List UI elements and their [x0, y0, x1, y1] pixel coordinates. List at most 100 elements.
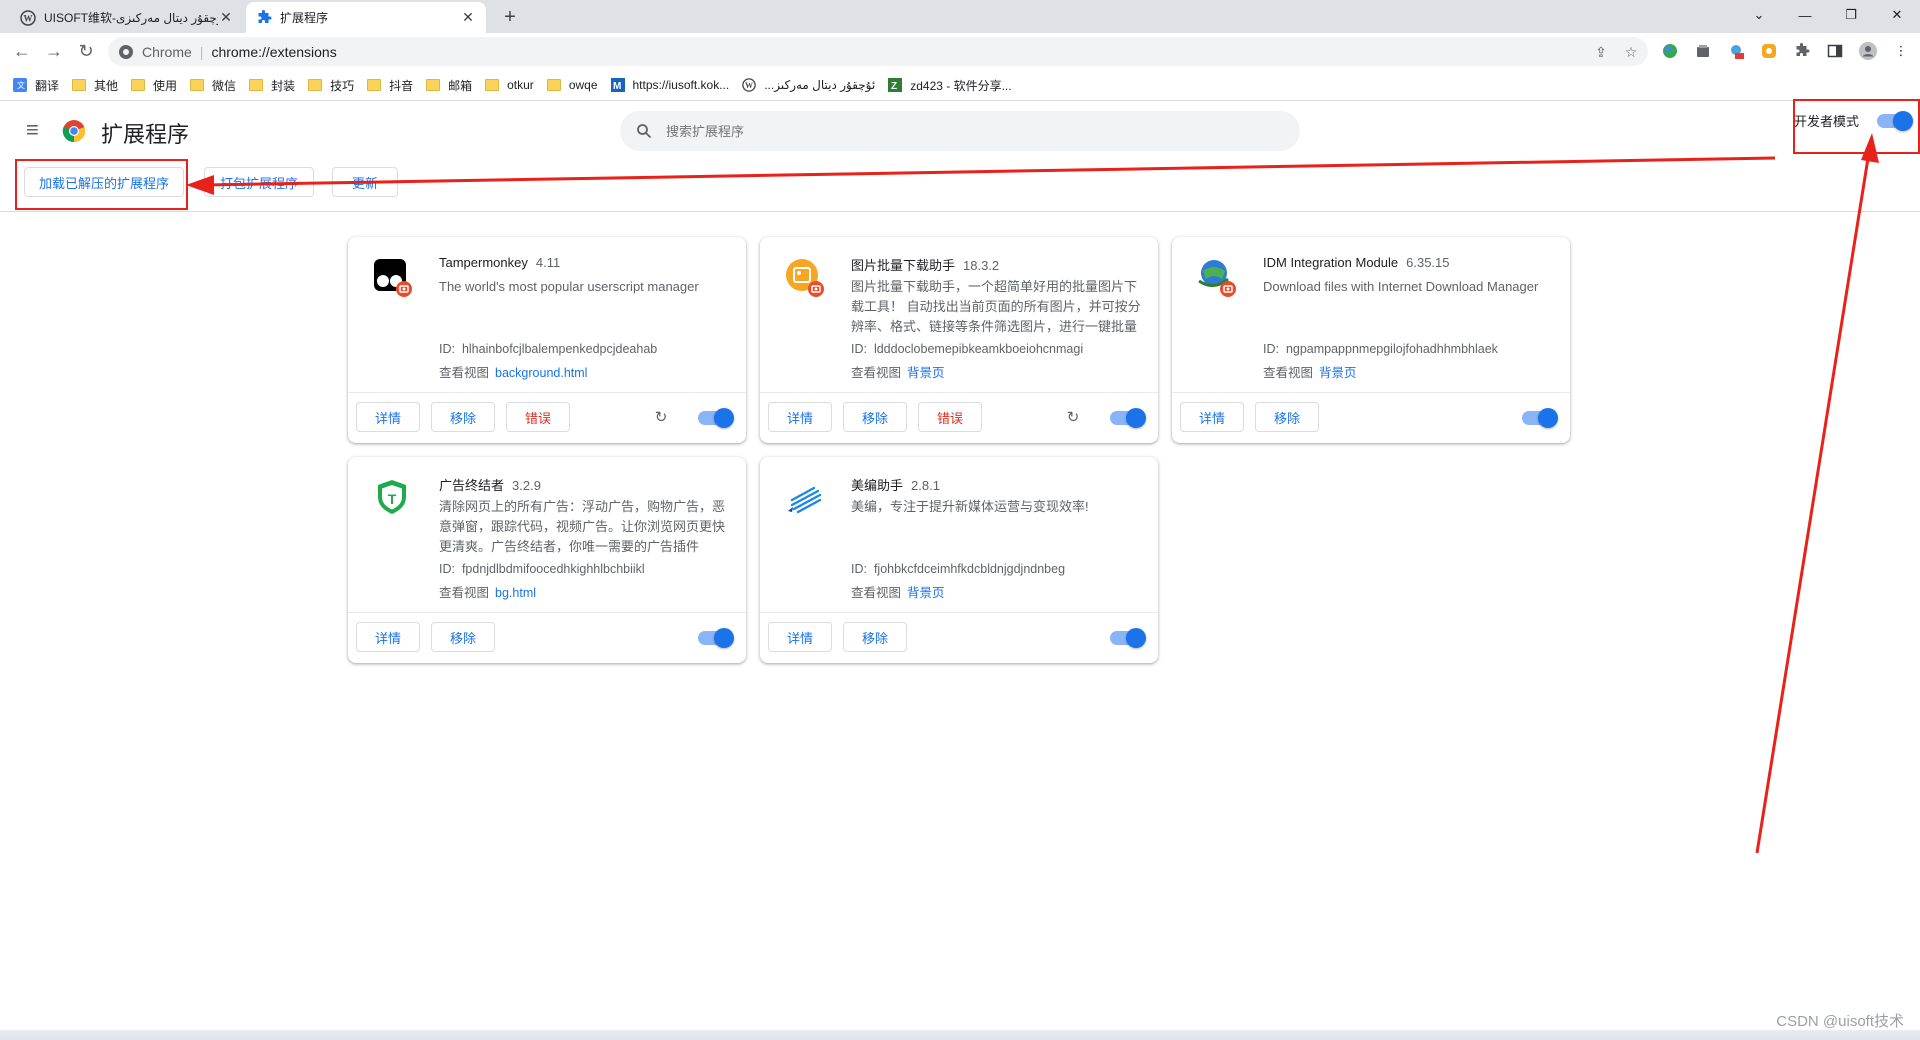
remove-button[interactable]: 移除 [843, 402, 907, 432]
inspect-view-link[interactable]: background.html [495, 366, 587, 380]
close-window-icon[interactable]: ✕ [1874, 0, 1920, 30]
details-button[interactable]: 详情 [768, 622, 832, 652]
card-footer: 详情 移除 错误 ↻ [760, 392, 1158, 443]
update-button[interactable]: 更新 [332, 167, 398, 197]
tab-title: 扩展程序 [280, 11, 329, 25]
taskbar-strip [0, 1030, 1920, 1040]
side-panel-icon[interactable] [1825, 41, 1845, 61]
bookmark-folder[interactable]: 抖音 [367, 74, 413, 96]
restore-icon[interactable]: ❐ [1828, 0, 1874, 30]
window-controls: ⌄ — ❐ ✕ [1736, 0, 1920, 30]
extensions-puzzle-icon[interactable] [1792, 41, 1812, 61]
folder-icon [485, 78, 500, 92]
details-button[interactable]: 详情 [356, 622, 420, 652]
bookmark-folder[interactable]: 封装 [249, 74, 295, 96]
forward-icon[interactable]: → [42, 39, 66, 63]
extension-store-icon[interactable] [1693, 41, 1713, 61]
pack-extension-button[interactable]: 打包扩展程序 [204, 167, 314, 197]
extension-orange-icon[interactable] [1759, 41, 1779, 61]
extension-version: 6.35.15 [1406, 255, 1450, 270]
bookmark-label: 翻译 [35, 78, 60, 93]
bookmark-folder[interactable]: 邮箱 [426, 74, 472, 96]
id-value: ldddoclobemepibkeamkboeiohcnmagi [873, 342, 1084, 356]
inspect-view-link[interactable]: 背景页 [1319, 366, 1357, 380]
inspect-view-link[interactable]: 背景页 [907, 366, 945, 380]
idm-icon [1198, 260, 1236, 297]
enable-toggle[interactable] [698, 628, 734, 648]
new-tab-button[interactable]: + [498, 5, 522, 29]
hamburger-menu-icon[interactable]: ≡ [26, 119, 46, 141]
folder-icon [546, 78, 561, 92]
extensions-header: ≡ 扩展程序 开发者模式 [0, 101, 1920, 161]
tab-extensions[interactable]: 扩展程序 ✕ [246, 2, 486, 33]
reload-icon[interactable]: ↻ [652, 408, 670, 426]
details-button[interactable]: 详情 [356, 402, 420, 432]
details-button[interactable]: 详情 [768, 402, 832, 432]
tab-uisoft[interactable]: W UISOFT维软-ئۇچقۇر ديتال مەركىزى ✕ [10, 2, 244, 33]
menu-kebab-icon[interactable]: ⋮ [1891, 41, 1911, 61]
minimize-icon[interactable]: — [1782, 0, 1828, 30]
close-icon[interactable]: ✕ [460, 9, 476, 26]
enable-toggle[interactable] [1110, 628, 1146, 648]
extension-card: 图片批量下载助手 18.3.2 图片批量下载助手，一个超简单好用的批量图片下载工具… [760, 237, 1158, 443]
bookmark-label: otkur [507, 78, 534, 92]
inspect-label: 查看视图 [439, 366, 490, 380]
tab-search-icon[interactable]: ⌄ [1736, 0, 1782, 30]
enable-toggle[interactable] [698, 408, 734, 428]
inspect-view-link[interactable]: bg.html [495, 586, 536, 600]
folder-icon [72, 78, 87, 92]
star-icon[interactable]: ☆ [1622, 43, 1640, 61]
bookmark-folder[interactable]: 微信 [190, 74, 236, 96]
remove-button[interactable]: 移除 [431, 622, 495, 652]
bookmark-folder[interactable]: 其他 [72, 74, 118, 96]
remove-button[interactable]: 移除 [431, 402, 495, 432]
search-icon [634, 121, 654, 141]
close-icon[interactable]: ✕ [218, 9, 234, 26]
bookmark-folder[interactable]: 技巧 [308, 74, 354, 96]
bookmark-folder[interactable]: 使用 [131, 74, 177, 96]
reload-icon[interactable]: ↻ [74, 39, 98, 63]
extension-name: 图片批量下载助手 18.3.2 [851, 255, 999, 274]
extension-card: T 广告终结者 3.2.9 清除网页上的所有广告：浮动广告，购物广告，恶意弹窗，跟… [348, 457, 746, 663]
extension-globe-icon[interactable] [1660, 41, 1680, 61]
search-input[interactable] [664, 122, 1268, 140]
enable-toggle[interactable] [1110, 408, 1146, 428]
extension-version: 3.2.9 [512, 478, 541, 493]
details-button[interactable]: 详情 [1180, 402, 1244, 432]
bookmark-label: https://iusoft.kok... [632, 78, 730, 92]
errors-button[interactable]: 错误 [918, 402, 982, 432]
card-footer: 详情 移除 错误 ↻ [348, 392, 746, 443]
inspect-label: 查看视图 [851, 366, 902, 380]
extension-id: ID: fpdnjdlbdmifoocedhkighhlbchbiikl [439, 562, 645, 576]
errors-button[interactable]: 错误 [506, 402, 570, 432]
url-separator: | [199, 43, 204, 60]
bookmark-item[interactable]: W ...ئۇچقۇر ديتال مەركىز [742, 74, 875, 96]
bookmark-label: 微信 [212, 78, 237, 93]
reload-icon[interactable]: ↻ [1064, 408, 1082, 426]
bookmark-item[interactable]: Zzd423 - 软件分享... [888, 74, 1012, 96]
share-icon[interactable]: ⇪ [1592, 43, 1610, 61]
bookmark-folder[interactable]: owqe [546, 74, 598, 96]
remove-button[interactable]: 移除 [1255, 402, 1319, 432]
extension-name: 美编助手 2.8.1 [851, 475, 940, 494]
inspect-label: 查看视图 [1263, 366, 1314, 380]
wordpress-icon: W [742, 78, 756, 92]
address-bar[interactable]: Chrome | chrome://extensions ⇪ ☆ [108, 37, 1648, 66]
tab-title: UISOFT维软-ئۇچقۇر ديتال مەركىزى [44, 11, 218, 25]
back-icon[interactable]: ← [10, 39, 34, 63]
extension-version: 4.11 [535, 255, 561, 270]
id-label: ID: [439, 342, 455, 356]
bookmark-item[interactable]: 文翻译 [13, 74, 59, 96]
enable-toggle[interactable] [1522, 408, 1558, 428]
inspect-views: 查看视图 背景页 [851, 362, 945, 381]
inspect-view-link[interactable]: 背景页 [907, 586, 945, 600]
bookmark-folder[interactable]: otkur [485, 74, 534, 96]
search-box[interactable] [620, 111, 1300, 151]
bookmark-item[interactable]: Mhttps://iusoft.kok... [610, 74, 730, 96]
profile-avatar-icon[interactable] [1858, 41, 1878, 61]
chrome-icon [118, 44, 134, 60]
url-text: chrome://extensions [211, 43, 337, 60]
remove-button[interactable]: 移除 [843, 622, 907, 652]
site-m-icon: M [610, 78, 625, 92]
extension-cloud-icon[interactable] [1726, 41, 1746, 61]
